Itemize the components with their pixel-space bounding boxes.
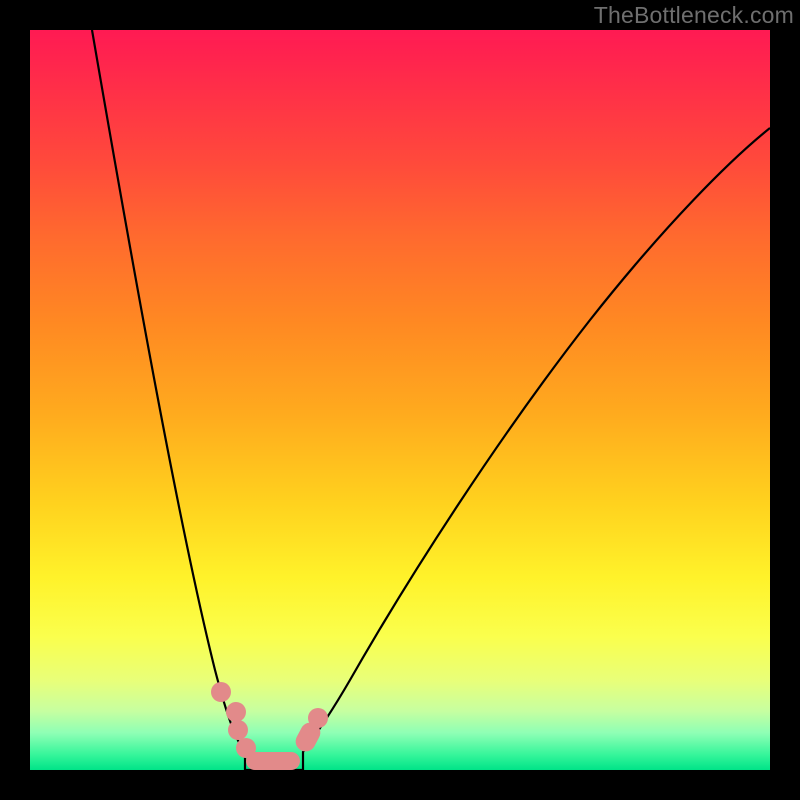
data-marker: [211, 682, 231, 702]
data-marker-bottom: [246, 752, 300, 770]
bottleneck-curve-right: [303, 128, 770, 770]
data-marker: [228, 720, 248, 740]
watermark-text: TheBottleneck.com: [594, 2, 794, 29]
chart-svg: [30, 30, 770, 770]
bottleneck-chart: [30, 30, 770, 770]
data-markers: [211, 682, 328, 770]
bottleneck-curve-left: [92, 30, 245, 770]
data-marker: [308, 708, 328, 728]
chart-frame: TheBottleneck.com: [0, 0, 800, 800]
